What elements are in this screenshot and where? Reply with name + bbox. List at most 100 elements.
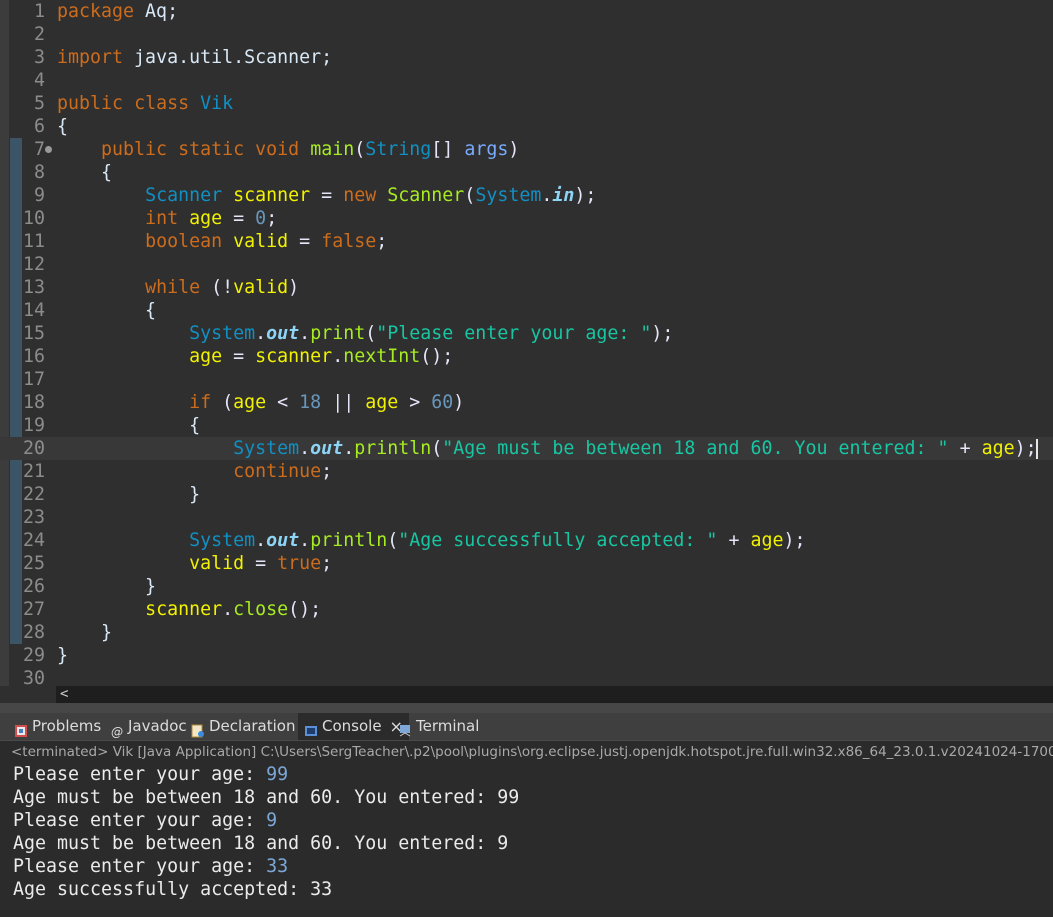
code-line[interactable]: 4 [0,69,1053,92]
console-line: Please enter your age: 99 [0,763,1053,786]
code-token: age [365,392,399,413]
code-text: public class Vik [57,92,233,115]
code-line[interactable]: 15 System.out.print("Please enter your a… [0,322,1053,345]
tab-label: Terminal [416,717,480,735]
code-line[interactable]: 20 System.out.println("Age must be betwe… [0,437,1053,460]
code-token: ; [266,208,278,229]
code-text: System.out.println("Age must be between … [57,437,1037,460]
code-line[interactable]: 9 Scanner scanner = new Scanner(System.i… [0,184,1053,207]
code-token: + [948,438,982,459]
code-line[interactable]: 23 [0,506,1053,529]
tab-javadoc[interactable]: @ Javadoc [110,713,187,740]
code-line[interactable]: 26 } [0,575,1053,598]
code-line[interactable]: 28 } [0,621,1053,644]
line-number: 20 [22,438,45,459]
code-text: valid = true; [57,552,332,575]
code-text: while (!valid) [57,276,299,299]
tab-console[interactable]: Console × [298,713,409,740]
console-output-text: Please enter your age: [13,810,267,831]
code-line[interactable]: 27 scanner.close(); [0,598,1053,621]
code-token: (); [420,346,454,367]
code-token: println [310,530,388,551]
code-text: package Aq; [57,0,178,23]
console-output[interactable]: Please enter your age: 99 Age must be bet… [0,763,1053,917]
code-token: nextInt [343,346,421,367]
code-token: boolean [145,231,223,252]
horizontal-scrollbar[interactable]: < [56,686,1053,703]
code-editor[interactable]: 1 package Aq; 2 3 import java.util.Scanner; 4… [0,0,1053,686]
code-line[interactable]: 22 } [0,483,1053,506]
tab-problems[interactable]: Problems [14,713,101,740]
code-line[interactable]: 18 if (age < 18 || age > 60) [0,391,1053,414]
code-line[interactable]: 10 int age = 0; [0,207,1053,230]
console-line: Please enter your age: 33 [0,855,1053,878]
code-token: ( [211,392,234,413]
code-line[interactable]: 29} [0,644,1053,667]
panel-separator[interactable] [0,703,1053,713]
code-line[interactable]: 3 import java.util.Scanner; [0,46,1053,69]
code-line[interactable]: 25 valid = true; [0,552,1053,575]
code-token: void [255,139,300,160]
code-token: Scanner [387,185,465,206]
code-line[interactable]: 13 while (!valid) [0,276,1053,299]
line-number: 18 [22,392,45,413]
code-token: continue [233,461,322,482]
code-text: scanner.close(); [57,598,321,621]
console-output-text: Please enter your age: [13,764,267,785]
console-output-text: Please enter your age: [13,856,267,877]
code-token: (); [288,599,322,620]
code-token: } [57,576,157,597]
code-token: . [255,323,267,344]
line-number: 8 [33,162,45,183]
code-token: = [222,208,256,229]
code-line[interactable]: 24 System.out.println("Age successfully … [0,529,1053,552]
code-line[interactable]: 5 public class Vik [0,92,1053,115]
line-number: 30 [22,668,45,686]
code-line[interactable]: 1 package Aq; [0,0,1053,23]
code-line[interactable]: 6{ [0,115,1053,138]
code-token: package [57,1,135,22]
code-token: . [541,185,553,206]
code-token: Aq; [134,1,179,22]
code-token: ); [783,530,806,551]
code-line[interactable]: 17 [0,368,1053,391]
code-token: args [464,139,509,160]
code-token: > [398,392,432,413]
code-text: { [57,414,200,437]
code-token: "Age must be between 18 and 60. You ente… [442,438,949,459]
code-token: = [310,185,344,206]
code-token: . [343,438,355,459]
scroll-left-arrow[interactable]: < [60,686,68,702]
line-number: 11 [22,231,45,252]
code-line[interactable]: 30 [0,667,1053,686]
console-line: Age successfully accepted: 33 [0,878,1053,901]
tab-label: Problems [32,717,102,735]
code-line[interactable]: 14 { [0,299,1053,322]
code-line[interactable]: 19 { [0,414,1053,437]
code-line[interactable]: 16 age = scanner.nextInt(); [0,345,1053,368]
tab-declaration[interactable]: Declaration [191,713,295,740]
console-line: Age must be between 18 and 60. You enter… [0,832,1053,855]
code-token: valid [189,553,245,574]
line-number: 21 [22,461,45,482]
code-line[interactable]: 2 [0,23,1053,46]
code-token: scanner [255,346,333,367]
code-text: } [57,644,68,667]
code-line[interactable]: 8 { [0,161,1053,184]
line-number: 2 [33,24,45,45]
line-number: 19 [22,415,45,436]
code-token: scanner [233,185,311,206]
code-line[interactable]: 7 public static void main(String[] args) [0,138,1053,161]
code-line[interactable]: 21 continue; [0,460,1053,483]
override-marker-icon[interactable] [45,146,52,153]
tab-label: Console [322,717,382,735]
code-token: age [233,392,267,413]
tab-terminal[interactable]: Terminal [398,713,479,740]
line-number: 6 [33,116,45,137]
code-line[interactable]: 12 [0,253,1053,276]
code-line[interactable]: 11 boolean valid = false; [0,230,1053,253]
code-token: scanner [145,599,223,620]
